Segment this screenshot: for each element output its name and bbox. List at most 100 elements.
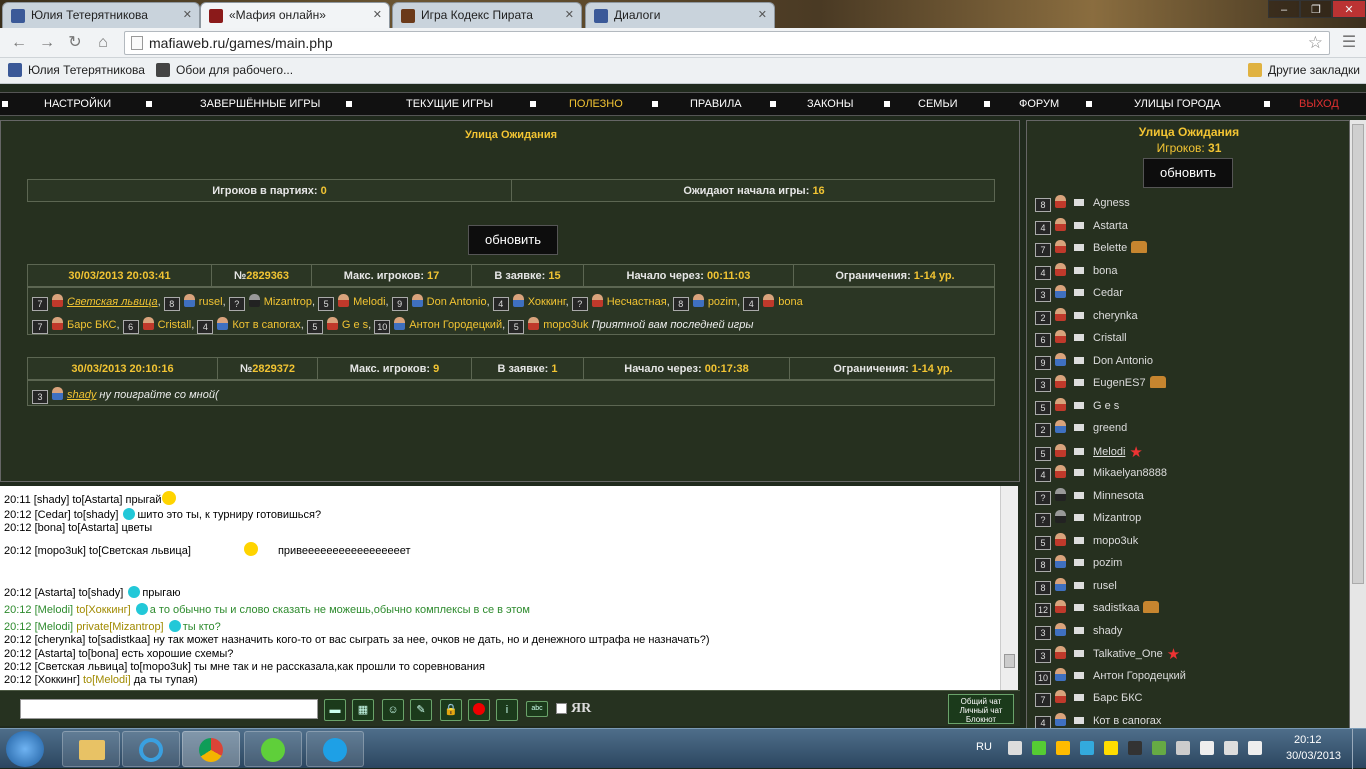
- chat-recipient[interactable]: to[Хоккинг]: [76, 604, 130, 616]
- chat-sender[interactable]: [Хоккинг]: [35, 674, 80, 686]
- mail-icon[interactable]: [1074, 626, 1084, 634]
- chat-sender[interactable]: [cherynka]: [35, 634, 86, 646]
- tab-private-chat[interactable]: Личный чат: [949, 706, 1013, 715]
- chat-log[interactable]: 20:11 [shady] to[Astarta] прыгай 20:12 [C…: [0, 486, 1000, 690]
- lock-icon[interactable]: 🔒: [440, 699, 462, 721]
- chat-recipient[interactable]: to[shady]: [79, 587, 124, 599]
- icq-taskbar-icon[interactable]: [244, 731, 302, 767]
- chat-recipient[interactable]: to[mopo3uk]: [130, 661, 191, 673]
- clock-date[interactable]: 30/03/2013: [1286, 750, 1341, 762]
- mail-icon[interactable]: [1074, 244, 1084, 251]
- sidebar-player-row[interactable]: 3 shady: [1035, 622, 1122, 641]
- mail-icon[interactable]: [1074, 671, 1084, 679]
- close-window-icon[interactable]: ✕: [1332, 0, 1366, 18]
- player-name[interactable]: Minnesota: [1093, 490, 1144, 502]
- home-icon[interactable]: ⌂: [92, 33, 114, 53]
- player-name[interactable]: Agness: [1093, 197, 1130, 209]
- chat-recipient[interactable]: to[Astarta]: [68, 522, 118, 534]
- player-name[interactable]: Антон Городецкий: [409, 319, 502, 331]
- player-name[interactable]: Mizantrop: [264, 296, 312, 308]
- sidebar-player-row[interactable]: ? Mizantrop: [1035, 510, 1141, 528]
- close-tab-icon[interactable]: ✕: [373, 8, 382, 21]
- tab-notepad[interactable]: Блокнот: [949, 715, 1013, 724]
- player-name[interactable]: rusel: [199, 296, 223, 308]
- player-name[interactable]: Belette: [1093, 242, 1127, 254]
- ie-taskbar-icon[interactable]: [122, 731, 180, 767]
- tray-icon[interactable]: [1080, 741, 1094, 755]
- chat-recipient[interactable]: to[sadistkaa]: [88, 634, 150, 646]
- nav-families[interactable]: СЕМЬИ: [918, 98, 958, 110]
- chat-sender[interactable]: [Melodi]: [35, 604, 74, 616]
- nav-laws[interactable]: ЗАКОНЫ: [807, 98, 854, 110]
- smiley-icon[interactable]: ☺: [382, 699, 404, 721]
- player-name[interactable]: Барс БКС: [1093, 692, 1142, 704]
- player-name[interactable]: Melodi: [1093, 446, 1125, 458]
- tray-icon[interactable]: [1008, 741, 1022, 755]
- language-indicator[interactable]: RU: [976, 741, 992, 753]
- player-name[interactable]: cherynka: [1093, 310, 1138, 322]
- mail-icon[interactable]: [1074, 694, 1084, 701]
- bookmark-yulia[interactable]: Юлия Тетерятникова: [8, 63, 145, 77]
- sidebar-player-row[interactable]: 3 Cedar: [1035, 285, 1123, 303]
- sidebar-player-row[interactable]: 12 sadistkaa: [1035, 600, 1160, 618]
- player-name[interactable]: Astarta: [1093, 220, 1128, 232]
- player-name[interactable]: Барс БКС: [67, 319, 116, 331]
- tab-mafia[interactable]: «Мафия онлайн» ✕: [200, 2, 390, 28]
- chat-recipient[interactable]: to[bona]: [79, 648, 119, 660]
- mail-icon[interactable]: [1074, 559, 1084, 566]
- player-name[interactable]: Антон Городецкий: [1093, 670, 1186, 682]
- player-name[interactable]: Хоккинг: [528, 296, 566, 308]
- mail-icon[interactable]: [1074, 424, 1084, 431]
- bookmark-wallpapers[interactable]: Обои для рабочего...: [156, 63, 293, 77]
- player-name[interactable]: Cristall: [1093, 332, 1127, 344]
- other-bookmarks[interactable]: Другие закладки: [1248, 63, 1360, 77]
- minimize-icon[interactable]: –: [1268, 0, 1300, 18]
- chat-scrollbar[interactable]: [1000, 486, 1018, 690]
- info-icon[interactable]: i: [496, 699, 518, 721]
- tab-dialogs[interactable]: Диалоги ✕: [585, 2, 775, 28]
- player-name[interactable]: Кот в сапогах: [232, 319, 300, 331]
- back-arrow-icon[interactable]: ←: [8, 33, 30, 53]
- bookmark-star-icon[interactable]: ☆: [1308, 33, 1323, 53]
- player-name[interactable]: pozim: [708, 296, 737, 308]
- sidebar-player-row[interactable]: 2 greend: [1035, 420, 1127, 438]
- chat-mode-tabs[interactable]: Общий чат Личный чат Блокнот: [948, 694, 1014, 724]
- address-bar[interactable]: mafiaweb.ru/games/main.php ☆: [124, 31, 1330, 55]
- font-icon[interactable]: abc: [526, 701, 548, 717]
- player-name[interactable]: G e s: [342, 319, 368, 331]
- show-desktop-button[interactable]: [1352, 729, 1366, 769]
- player-name[interactable]: Mizantrop: [1093, 512, 1141, 524]
- record-icon[interactable]: [468, 699, 490, 721]
- sidebar-scrollbar[interactable]: [1350, 120, 1366, 732]
- tray-icon[interactable]: [1104, 741, 1118, 755]
- player-name[interactable]: Cedar: [1093, 287, 1123, 299]
- sidebar-player-row[interactable]: 3 EugenES7: [1035, 375, 1166, 393]
- player-name[interactable]: Don Antonio: [1093, 355, 1153, 367]
- player-name[interactable]: G e s: [1093, 400, 1119, 412]
- sidebar-player-row[interactable]: 10 Антон Городецкий: [1035, 667, 1186, 686]
- player-name[interactable]: pozim: [1093, 557, 1122, 569]
- chat-sender[interactable]: [Astarta]: [35, 648, 76, 660]
- calculator-icon[interactable]: ▦: [352, 699, 374, 721]
- player-name[interactable]: mopo3uk: [1093, 535, 1138, 547]
- volume-icon[interactable]: [1248, 741, 1262, 755]
- sidebar-player-row[interactable]: 4 Astarta: [1035, 217, 1128, 236]
- player-name[interactable]: Несчастная: [607, 296, 667, 308]
- sidebar-player-row[interactable]: 7 Барс БКС: [1035, 690, 1142, 708]
- mail-icon[interactable]: [1074, 716, 1084, 724]
- player-name[interactable]: bona: [1093, 265, 1117, 277]
- refresh-button[interactable]: обновить: [468, 225, 558, 255]
- forward-arrow-icon[interactable]: →: [36, 33, 58, 53]
- sidebar-player-row[interactable]: 4 bona: [1035, 262, 1117, 281]
- mail-icon[interactable]: [1074, 334, 1084, 341]
- nav-useful[interactable]: ПОЛЕЗНО: [569, 98, 623, 110]
- chat-recipient[interactable]: private[Mizantrop]: [76, 621, 163, 633]
- player-name[interactable]: Светская львица: [67, 296, 158, 308]
- eraser-icon[interactable]: ✎: [410, 699, 432, 721]
- nav-finished-games[interactable]: ЗАВЕРШЁННЫЕ ИГРЫ: [200, 98, 320, 110]
- nav-forum[interactable]: ФОРУМ: [1019, 98, 1059, 110]
- chat-sender[interactable]: [Melodi]: [35, 621, 74, 633]
- nav-current-games[interactable]: ТЕКУЩИЕ ИГРЫ: [406, 98, 493, 110]
- player-name[interactable]: rusel: [1093, 580, 1117, 592]
- player-name[interactable]: greend: [1093, 422, 1127, 434]
